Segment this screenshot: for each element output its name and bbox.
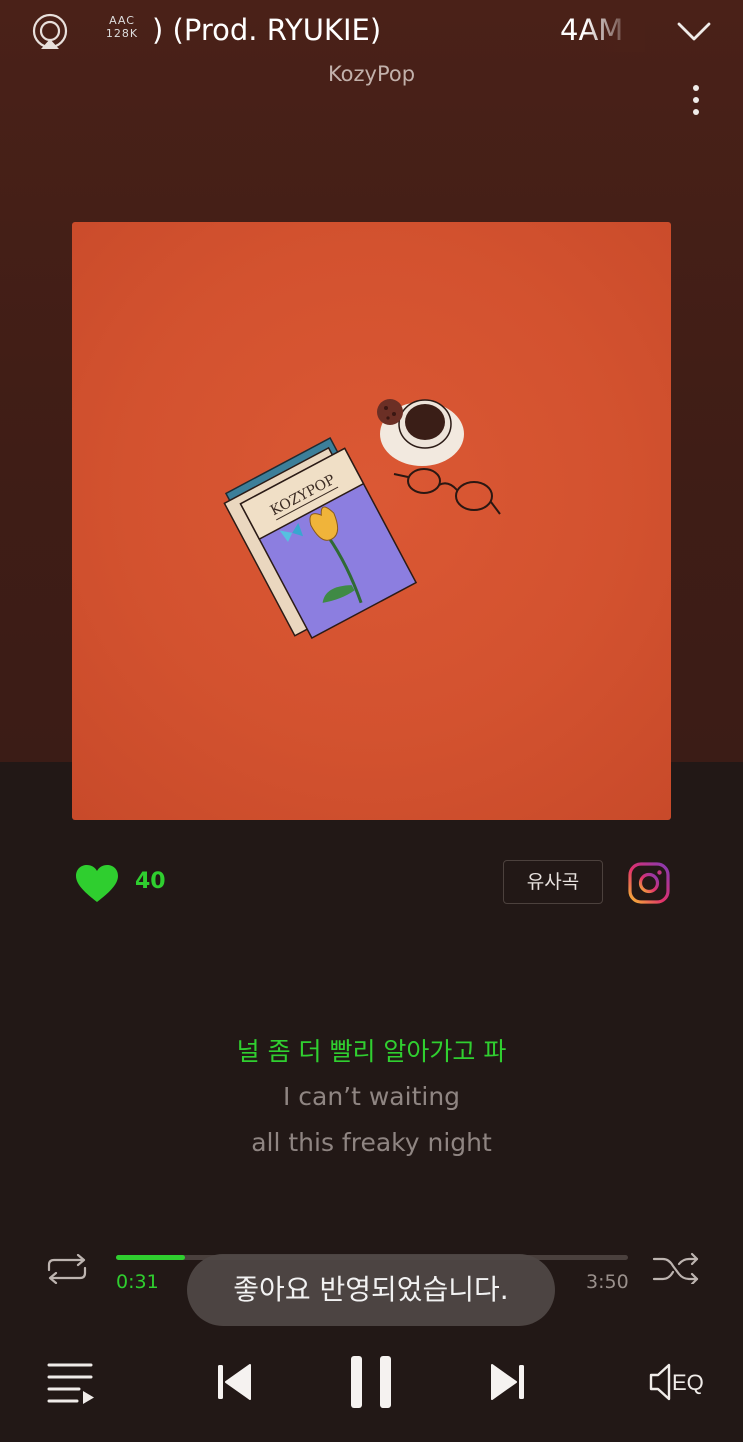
airplay-icon[interactable]: [30, 12, 70, 52]
song-title: ) (Prod. RYUKIE): [152, 13, 382, 47]
next-icon[interactable]: [488, 1360, 528, 1404]
lyric-next-line[interactable]: I can’t waiting: [0, 1082, 743, 1111]
progress-bar-fill: [116, 1255, 186, 1260]
sound-eq-button[interactable]: EQ: [647, 1360, 713, 1404]
heart-icon[interactable]: [74, 864, 120, 904]
glasses: [393, 468, 501, 515]
pause-icon[interactable]: [346, 1354, 396, 1410]
playlist-icon[interactable]: [46, 1360, 96, 1406]
previous-icon[interactable]: [214, 1360, 254, 1404]
audio-format-bitrate: 128K: [105, 27, 139, 40]
like-count: 40: [135, 869, 166, 894]
song-title-marquee[interactable]: ) (Prod. RYUKIE) 4AM (: [150, 8, 645, 52]
current-time: 0:31: [116, 1271, 159, 1293]
toast-message: 좋아요 반영되었습니다.: [187, 1254, 555, 1326]
sound-eq-icon: EQ: [649, 1363, 704, 1401]
shuffle-icon[interactable]: [651, 1252, 701, 1284]
audio-format-badge: AAC 128K: [100, 14, 144, 46]
chevron-down-icon[interactable]: [675, 16, 713, 46]
eq-label: EQ: [672, 1370, 704, 1395]
lyric-current-line[interactable]: 널 좀 더 빨리 알아가고 파: [0, 1032, 743, 1068]
similar-songs-button[interactable]: 유사곡: [503, 860, 603, 904]
coffee: [405, 404, 445, 440]
album-illustration: KOZYPOP: [223, 399, 501, 640]
instagram-icon[interactable]: [627, 861, 671, 905]
album-cover: KOZYPOP: [72, 222, 671, 820]
cookie: [377, 399, 403, 425]
repeat-icon[interactable]: [43, 1254, 91, 1284]
title-fade-overlay: [585, 8, 645, 52]
lyric-following-line[interactable]: all this freaky night: [0, 1128, 743, 1157]
total-time: 3:50: [586, 1271, 629, 1293]
more-vertical-icon[interactable]: [686, 83, 706, 117]
book-stack: KOZYPOP: [223, 436, 418, 640]
artist-name[interactable]: KozyPop: [0, 62, 743, 86]
audio-format-codec: AAC: [109, 14, 135, 27]
